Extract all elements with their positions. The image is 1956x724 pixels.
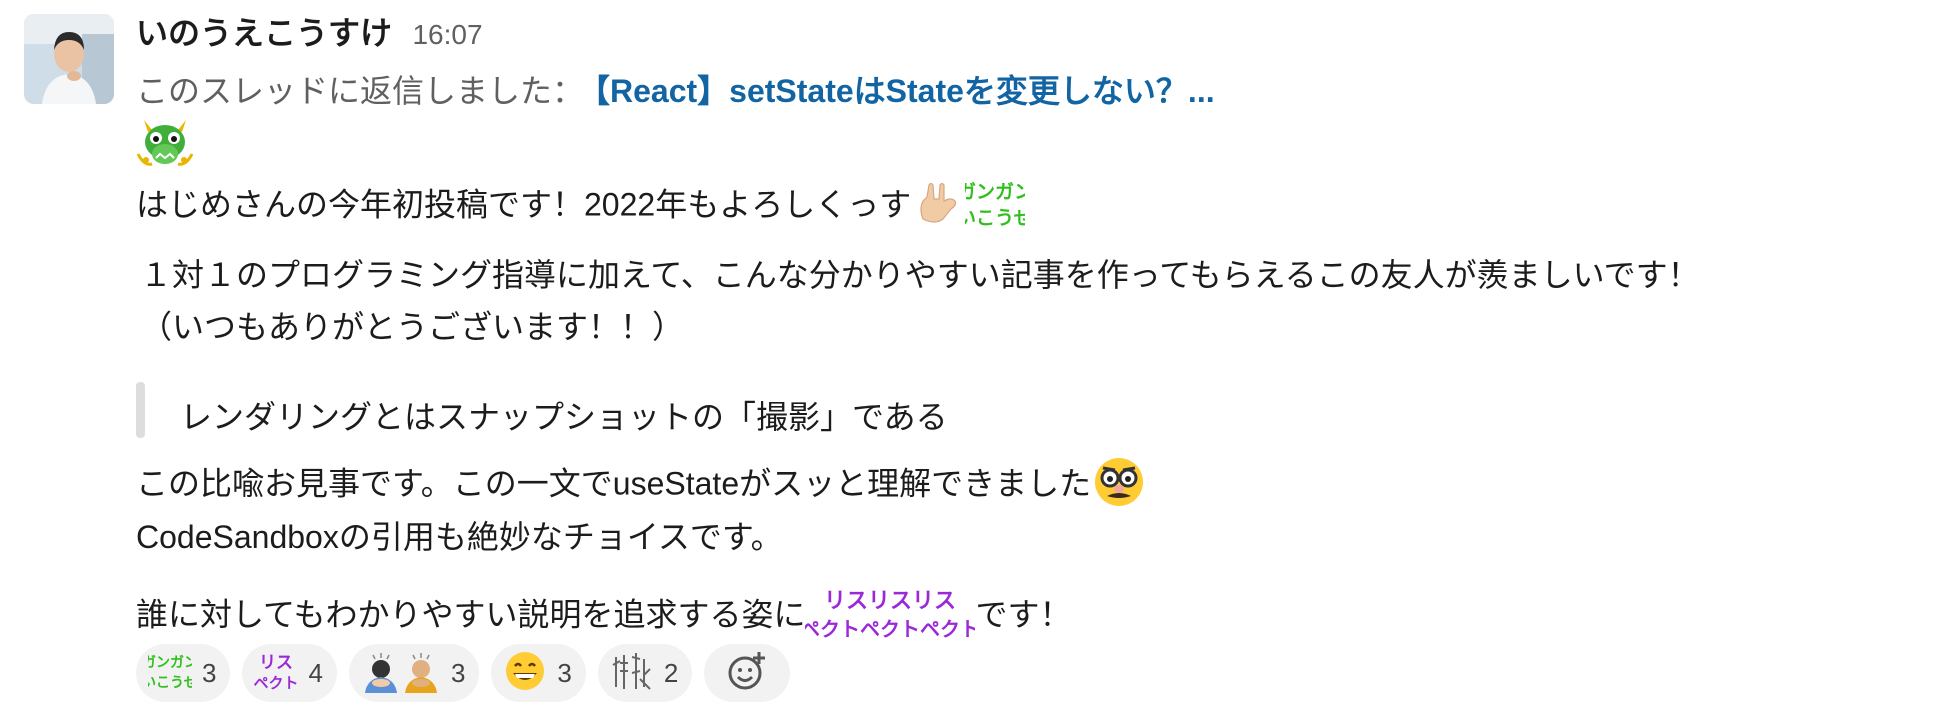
svg-text:いこうぜ: いこうぜ	[148, 675, 192, 691]
disguised-face-emoji	[1093, 456, 1145, 516]
gangan-ikouze-sticker: ガンガン いこうぜ	[957, 176, 1033, 238]
thread-reply-prefix: このスレッドに返信しました：	[136, 73, 585, 109]
reactions-bar: ガンガン いこうぜ 3 リス ペクト 4 3 3 2	[136, 644, 791, 702]
respect-sticker: リスリスリス ペクトペクトペクト	[800, 584, 980, 650]
message-text: 誰に対してもわかりやすい説明を追求する姿に	[136, 596, 806, 633]
svg-text:いこうぜ: いこうぜ	[965, 207, 1025, 229]
thread-link[interactable]: 【React】setStateはStateを変更しない？...	[594, 73, 1215, 109]
reaction-count: 3	[557, 657, 572, 688]
reaction-count: 4	[308, 657, 323, 688]
add-reaction-button[interactable]	[704, 644, 791, 702]
avatar[interactable]	[24, 14, 114, 104]
message-text: はじめさんの今年初投稿です！2022年もよろしくっす	[136, 186, 912, 223]
reaction-count: 2	[663, 657, 679, 688]
message-text: です！	[975, 596, 1072, 633]
svg-text:リス: リス	[259, 653, 293, 673]
timestamp[interactable]: 16:07	[412, 19, 482, 50]
reaction-gangan[interactable]: ガンガン いこうぜ 3	[136, 644, 231, 702]
respect-icon: リス ペクト	[254, 649, 299, 698]
message-line: 誰に対してもわかりやすい説明を追求する姿に リスリスリス ペクトペクトペクト で…	[136, 584, 1071, 650]
message-line: この比喩お見事です。この一文でuseStateがスッと理解できました	[136, 456, 1145, 516]
message-text: １対１のプログラミング指導に加えて、こんな分かりやすい記事を作ってもらえるこの友…	[140, 257, 1700, 293]
blockquote-text: レンダリングとはスナップショットの「撮影」である	[180, 399, 948, 435]
svg-text:ガンガン: ガンガン	[965, 181, 1025, 203]
message-header: いのうえこうすけ 16:07	[136, 8, 483, 54]
message-text: （いつもありがとうございます！！）	[140, 309, 685, 345]
reaction-count: 3	[202, 657, 217, 688]
author-name[interactable]: いのうえこうすけ	[136, 15, 392, 51]
reaction-shinshi[interactable]: 2	[597, 644, 693, 702]
reaction-bowing[interactable]: 3	[348, 644, 480, 702]
svg-text:リスリスリス: リスリスリス	[824, 589, 956, 614]
message-line: はじめさんの今年初投稿です！2022年もよろしくっす ガンガン いこうぜ	[136, 176, 1033, 238]
svg-text:ペクト: ペクト	[254, 674, 298, 692]
reaction-count: 3	[450, 657, 466, 688]
grinning-face-icon	[503, 649, 547, 698]
rock-hand-emoji	[913, 179, 961, 235]
shinshi-icon	[610, 649, 654, 698]
bowing-people-icon	[361, 649, 441, 698]
gangan-ikouze-icon: ガンガン いこうぜ	[142, 649, 198, 698]
reaction-grin[interactable]: 3	[491, 644, 586, 702]
dragon-emoji	[136, 120, 194, 166]
message-text: この比喩お見事です。この一文でuseStateがスッと理解できました	[136, 465, 1092, 502]
svg-text:ガンガン: ガンガン	[148, 655, 192, 671]
thread-reply-info: このスレッドに返信しました： 【React】setStateはStateを変更しな…	[136, 66, 1215, 112]
svg-text:ペクトペクトペクト: ペクトペクトペクト	[805, 617, 975, 641]
message-text: CodeSandboxの引用も絶妙なチョイスです。	[136, 519, 783, 555]
reaction-respect[interactable]: リス ペクト 4	[242, 644, 337, 702]
quote-bar	[136, 382, 145, 438]
add-emoji-icon	[725, 649, 769, 698]
